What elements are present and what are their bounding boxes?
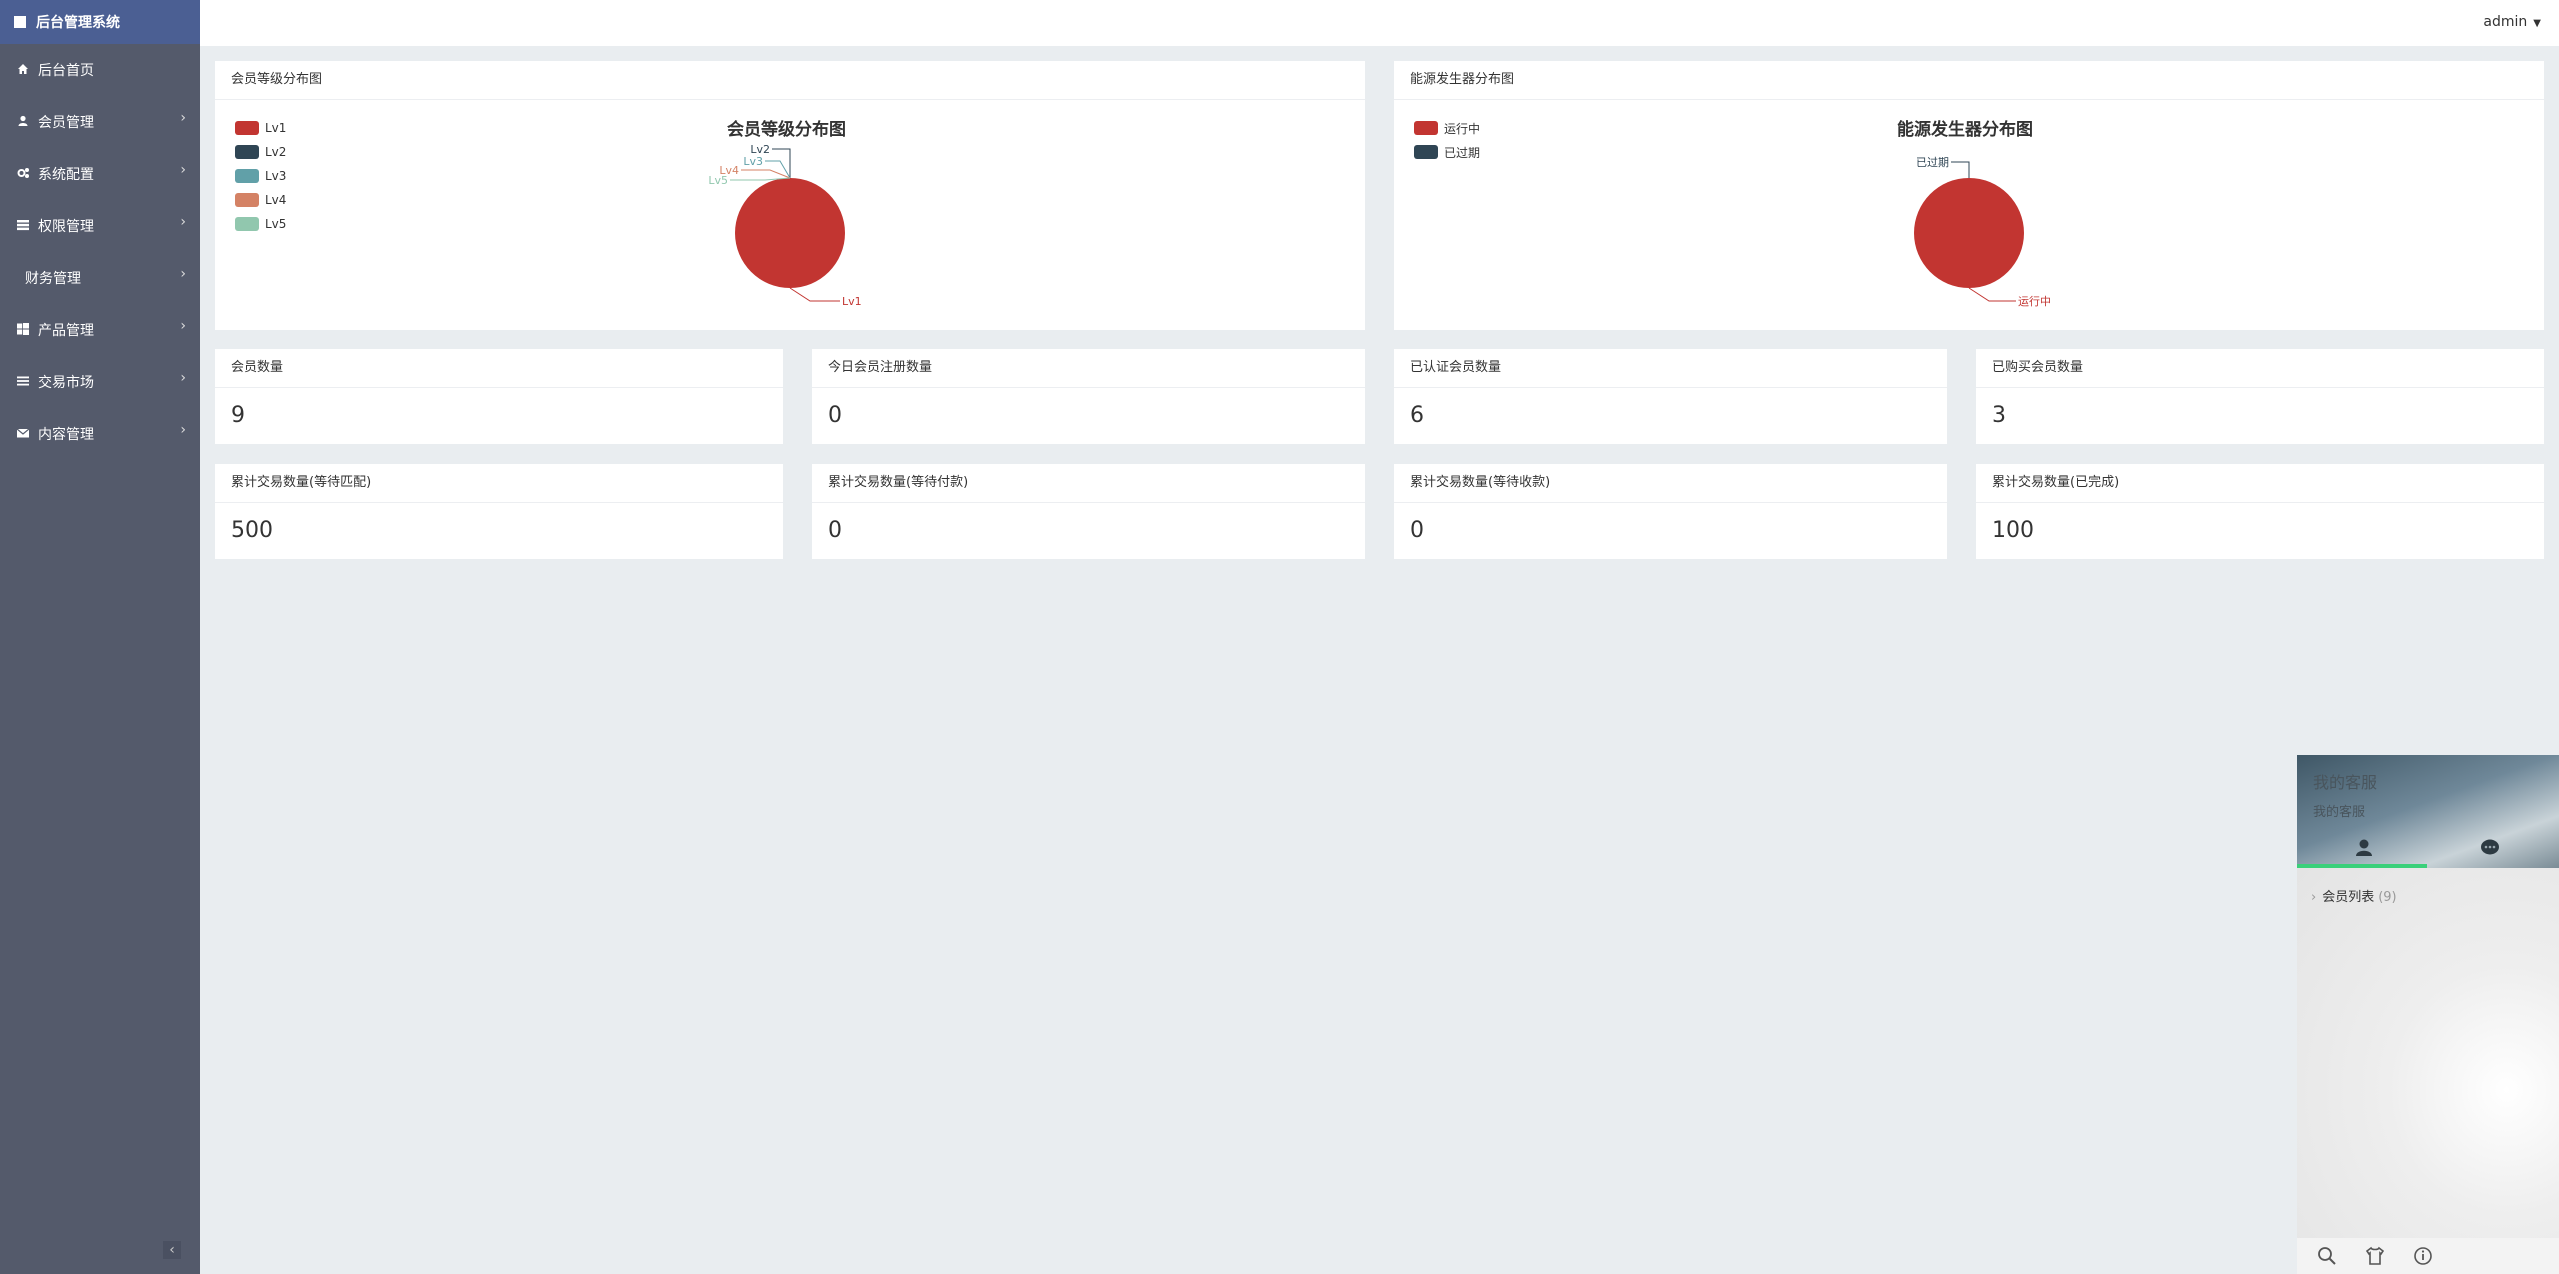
stat-card-today-registrations: 今日会员注册数量 0 <box>812 349 1365 444</box>
pie-label: Lv1 <box>842 295 862 308</box>
user-icon <box>16 115 30 130</box>
pie-label-line <box>1951 161 1970 178</box>
stat-label: 已认证会员数量 <box>1394 349 1947 388</box>
sidebar-item-label: 产品管理 <box>38 323 94 339</box>
brand-title: 后台管理系统 <box>36 15 120 31</box>
stat-card-verified-members: 已认证会员数量 6 <box>1394 349 1947 444</box>
stat-label: 累计交易数量(等待付款) <box>812 464 1365 503</box>
sidebar-item-label: 财务管理 <box>25 271 81 287</box>
sidebar-item-label: 后台首页 <box>38 63 94 79</box>
search-icon[interactable] <box>2315 1244 2345 1268</box>
stat-value: 0 <box>828 518 842 543</box>
chevron-right-icon: › <box>180 318 186 334</box>
stat-label: 累计交易数量(等待匹配) <box>215 464 783 503</box>
pie-label-line <box>741 169 791 179</box>
member-level-chart-card: 会员等级分布图 Lv1 Lv2 Lv3 Lv4 Lv5 会员等级分布图 Lv1 Lv2 Lv… <box>215 61 1365 330</box>
stat-label: 已购买会员数量 <box>1976 349 2544 388</box>
topbar: admin ▼ <box>200 0 2559 46</box>
chevron-right-icon: › <box>180 162 186 178</box>
stat-card-purchased-members: 已购买会员数量 3 <box>1976 349 2544 444</box>
stat-value: 0 <box>828 403 842 428</box>
list-icon <box>16 375 30 390</box>
brand[interactable]: 后台管理系统 <box>0 0 200 44</box>
chevron-right-icon: › <box>180 214 186 230</box>
sidebar-item-finance[interactable]: 财务管理 › <box>0 252 200 304</box>
pie-label: Lv3 <box>743 155 763 168</box>
messages-tab-icon[interactable] <box>2479 837 2501 859</box>
stat-card-trades-awaiting-receipt: 累计交易数量(等待收款) 0 <box>1394 464 1947 559</box>
sidebar: 后台管理系统 后台首页 会员管理 › 系统配置 › 权限管理 › 财务管理 › <box>0 0 200 1274</box>
chat-subtitle: 我的客服 <box>2313 805 2366 820</box>
chat-header: 我的客服 我的客服 <box>2297 755 2559 868</box>
customer-service-widget: 我的客服 我的客服 › 会员列表 (9) <box>2297 755 2559 1274</box>
skin-shirt-icon[interactable] <box>2363 1244 2393 1268</box>
stat-card-trades-completed: 累计交易数量(已完成) 100 <box>1976 464 2544 559</box>
sidebar-item-market[interactable]: 交易市场 › <box>0 356 200 408</box>
stat-value: 0 <box>1410 518 1424 543</box>
stat-card-member-count: 会员数量 9 <box>215 349 783 444</box>
pie-label: Lv5 <box>708 174 728 187</box>
windows-icon <box>16 322 30 338</box>
home-icon <box>16 63 30 78</box>
collapse-sidebar-button[interactable]: ‹ <box>163 1241 181 1259</box>
stat-card-trades-awaiting-payment: 累计交易数量(等待付款) 0 <box>812 464 1365 559</box>
pie-label: 已过期 <box>1916 156 1949 169</box>
pie-label: 运行中 <box>2018 295 2051 308</box>
sidebar-item-label: 会员管理 <box>38 115 94 131</box>
member-level-pie-chart: Lv1Lv2Lv3Lv4Lv5 <box>708 143 862 308</box>
server-icon <box>16 219 30 234</box>
user-menu[interactable]: admin ▼ <box>2483 14 2541 30</box>
brand-square-icon <box>14 16 26 28</box>
stat-label: 会员数量 <box>215 349 783 388</box>
sidebar-item-system-config[interactable]: 系统配置 › <box>0 148 200 200</box>
sidebar-item-label: 交易市场 <box>38 375 94 391</box>
stat-label: 今日会员注册数量 <box>812 349 1365 388</box>
stat-value: 3 <box>1992 403 2006 428</box>
stat-value: 100 <box>1992 518 2034 543</box>
chevron-right-icon: › <box>180 266 186 282</box>
chat-title: 我的客服 <box>2313 773 2378 792</box>
member-list-count: (9) <box>2378 890 2397 905</box>
chevron-right-icon: › <box>180 370 186 386</box>
envelope-icon <box>16 427 30 442</box>
sidebar-item-members[interactable]: 会员管理 › <box>0 96 200 148</box>
username: admin <box>2483 14 2528 30</box>
sidebar-item-label: 权限管理 <box>38 219 94 235</box>
stat-card-trades-matching: 累计交易数量(等待匹配) 500 <box>215 464 783 559</box>
chevron-right-icon: › <box>180 110 186 126</box>
generator-pie-chart: 运行中 已过期 <box>1914 156 2051 308</box>
stat-label: 累计交易数量(已完成) <box>1976 464 2544 503</box>
chat-footer <box>2297 1238 2559 1274</box>
generator-chart-card: 能源发生器分布图 运行中 已过期 能源发生器分布图 运行中 已过期 <box>1394 61 2544 330</box>
sidebar-item-home[interactable]: 后台首页 <box>0 44 200 96</box>
sidebar-item-content[interactable]: 内容管理 › <box>0 408 200 460</box>
contacts-tab-icon[interactable] <box>2353 837 2375 859</box>
info-icon[interactable] <box>2411 1244 2441 1268</box>
pie-slice[interactable] <box>735 178 845 288</box>
chat-body: › 会员列表 (9) <box>2297 868 2559 1238</box>
chevron-right-icon: › <box>180 422 186 438</box>
pie-slice[interactable] <box>1914 178 2024 288</box>
sidebar-item-permissions[interactable]: 权限管理 › <box>0 200 200 252</box>
chevron-right-icon: › <box>2311 890 2317 905</box>
caret-down-icon: ▼ <box>2533 18 2541 29</box>
sidebar-item-products[interactable]: 产品管理 › <box>0 304 200 356</box>
stat-value: 9 <box>231 403 245 428</box>
stat-label: 累计交易数量(等待收款) <box>1394 464 1947 503</box>
pie-label-line <box>789 287 840 302</box>
cogs-icon <box>16 167 30 182</box>
sidebar-item-label: 系统配置 <box>38 167 94 183</box>
stat-value: 6 <box>1410 403 1424 428</box>
sidebar-item-label: 内容管理 <box>38 427 94 443</box>
member-list-label: 会员列表 <box>2322 890 2375 905</box>
pie-label-line <box>1968 287 2016 302</box>
member-list-group[interactable]: › 会员列表 (9) <box>2311 886 2397 905</box>
stat-value: 500 <box>231 518 273 543</box>
